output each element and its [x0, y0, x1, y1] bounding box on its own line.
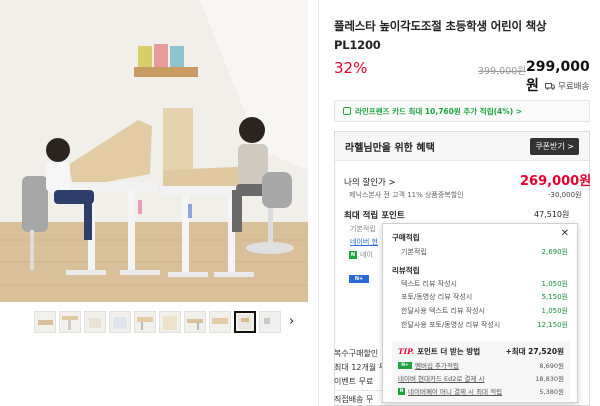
- shipping-info: 무료배송: [545, 80, 589, 92]
- naver-n-icon: N: [398, 387, 405, 395]
- tip-item[interactable]: N 네이버페이 머니 결제 시 최대 적립 5,380원: [398, 386, 564, 396]
- product-title: 플레스타 높이각도조절 초등학생 어린이 책상 PL1200: [334, 19, 547, 52]
- npay-icon: N+: [349, 275, 369, 283]
- review-item-label: 텍스트 리뷰 작성시: [401, 280, 457, 288]
- review-item-value: 1,050원: [541, 280, 568, 288]
- event-info: 이벤트 무료: [334, 377, 374, 386]
- discount-line: 제닉스본사 전 고객 11% 상품중복할인: [349, 191, 464, 199]
- divider: [334, 390, 384, 391]
- my-price: 269,000원: [520, 174, 592, 189]
- purchase-item-label: 기본적립: [401, 248, 427, 256]
- chevron-right-icon[interactable]: ›: [289, 314, 294, 329]
- close-icon[interactable]: ✕: [561, 228, 569, 239]
- installment-info: 최대 12개월 무: [334, 363, 387, 372]
- thumbnail[interactable]: [59, 311, 81, 333]
- thumbnail-selected[interactable]: [234, 311, 256, 333]
- purchase-item-value: 2,690원: [541, 248, 568, 256]
- thumbnail[interactable]: [209, 311, 231, 333]
- thumbnail-strip: [34, 311, 281, 335]
- tip-item-value: 18,830원: [535, 375, 564, 383]
- thumbnail[interactable]: [159, 311, 181, 333]
- thumbnail[interactable]: [184, 311, 206, 333]
- tip-item-label: 네이버페이 머니 결제 시 최대 적립: [408, 388, 503, 396]
- my-price-label-text: 나의 할인가 >: [344, 178, 396, 188]
- tip-item-value: 8,690원: [539, 362, 564, 370]
- review-item-label: 한달사용 포토/동영상 리뷰 작성시: [401, 321, 501, 329]
- tip-total: +최대 27,520원: [505, 347, 564, 356]
- discount-value: -30,000원: [548, 191, 582, 199]
- review-item-label: 포토/동영상 리뷰 작성시: [401, 293, 473, 301]
- tip-title: 포인트 더 받는 방법: [417, 347, 481, 356]
- truck-icon: [545, 83, 555, 90]
- tip-heading: TIP. 포인트 더 받는 방법: [398, 346, 480, 357]
- column-divider: [318, 0, 319, 406]
- review-item-value: 1,050원: [541, 307, 568, 315]
- tip-item-value: 5,380원: [539, 388, 564, 396]
- naver-n-icon: N: [349, 251, 357, 259]
- review-item-value: 5,150원: [541, 293, 568, 301]
- max-points-label: 최대 적립 포인트: [344, 211, 405, 221]
- original-price: 399,000원: [478, 66, 527, 77]
- tip-item[interactable]: 네이버 현대카드 Ed2로 결제 시 18,830원: [398, 373, 564, 383]
- review-points-title: 리뷰적립: [392, 266, 420, 275]
- points-popover: 구매적립 ✕ 기본적립 2,690원 리뷰적립 텍스트 리뷰 작성시 1,050…: [382, 223, 578, 403]
- tip-item-label: 멤버십 추가적립: [415, 362, 459, 370]
- product-main-image: [0, 0, 308, 302]
- shipping-label: 무료배송: [558, 82, 590, 92]
- review-item-value: 12,150원: [537, 321, 568, 329]
- card-icon: [343, 107, 351, 115]
- review-item-label: 한달사용 텍스트 리뷰 작성시: [401, 307, 485, 315]
- max-points-value[interactable]: 47,510원: [534, 209, 569, 220]
- thumbnail[interactable]: [84, 311, 106, 333]
- card-promo-banner[interactable]: 라인프렌즈 카드 최대 10,760원 추가 적립(4%) >: [334, 100, 590, 122]
- direct-delivery: 직접배송 무: [334, 395, 374, 404]
- benefit-header: 라헬님만을 위한 혜택 쿠폰받기 >: [335, 132, 589, 161]
- tip-item-label: 네이버 현대카드 Ed2로 결제 시: [398, 375, 485, 383]
- benefit-heading: 라헬님만을 위한 혜택: [345, 142, 435, 154]
- card-promo-text: 라인프렌즈 카드 최대 10,760원 추가 적립(4%) >: [355, 106, 523, 116]
- tip-box: TIP. 포인트 더 받는 방법 +최대 27,520원 N+ 멤버십 추가적립 …: [392, 341, 570, 401]
- thumbnail[interactable]: [34, 311, 56, 333]
- tip-mark: TIP.: [398, 347, 415, 356]
- multi-buy-discount: 복수구매할인: [334, 349, 379, 358]
- thumbnail[interactable]: [134, 311, 156, 333]
- mini-line-link[interactable]: 네이버 현: [350, 237, 378, 247]
- thumbnail[interactable]: [259, 311, 281, 333]
- mini-line: 네이: [360, 251, 373, 259]
- coupon-button[interactable]: 쿠폰받기 >: [530, 137, 579, 155]
- purchase-points-title: 구매적립: [392, 233, 420, 242]
- naver-plus-icon: N+: [398, 361, 412, 369]
- mini-line: 기본적립: [350, 225, 376, 233]
- thumbnail[interactable]: [109, 311, 131, 333]
- tip-item[interactable]: N+ 멤버십 추가적립 8,690원: [398, 360, 564, 370]
- discount-rate: 32%: [334, 59, 368, 77]
